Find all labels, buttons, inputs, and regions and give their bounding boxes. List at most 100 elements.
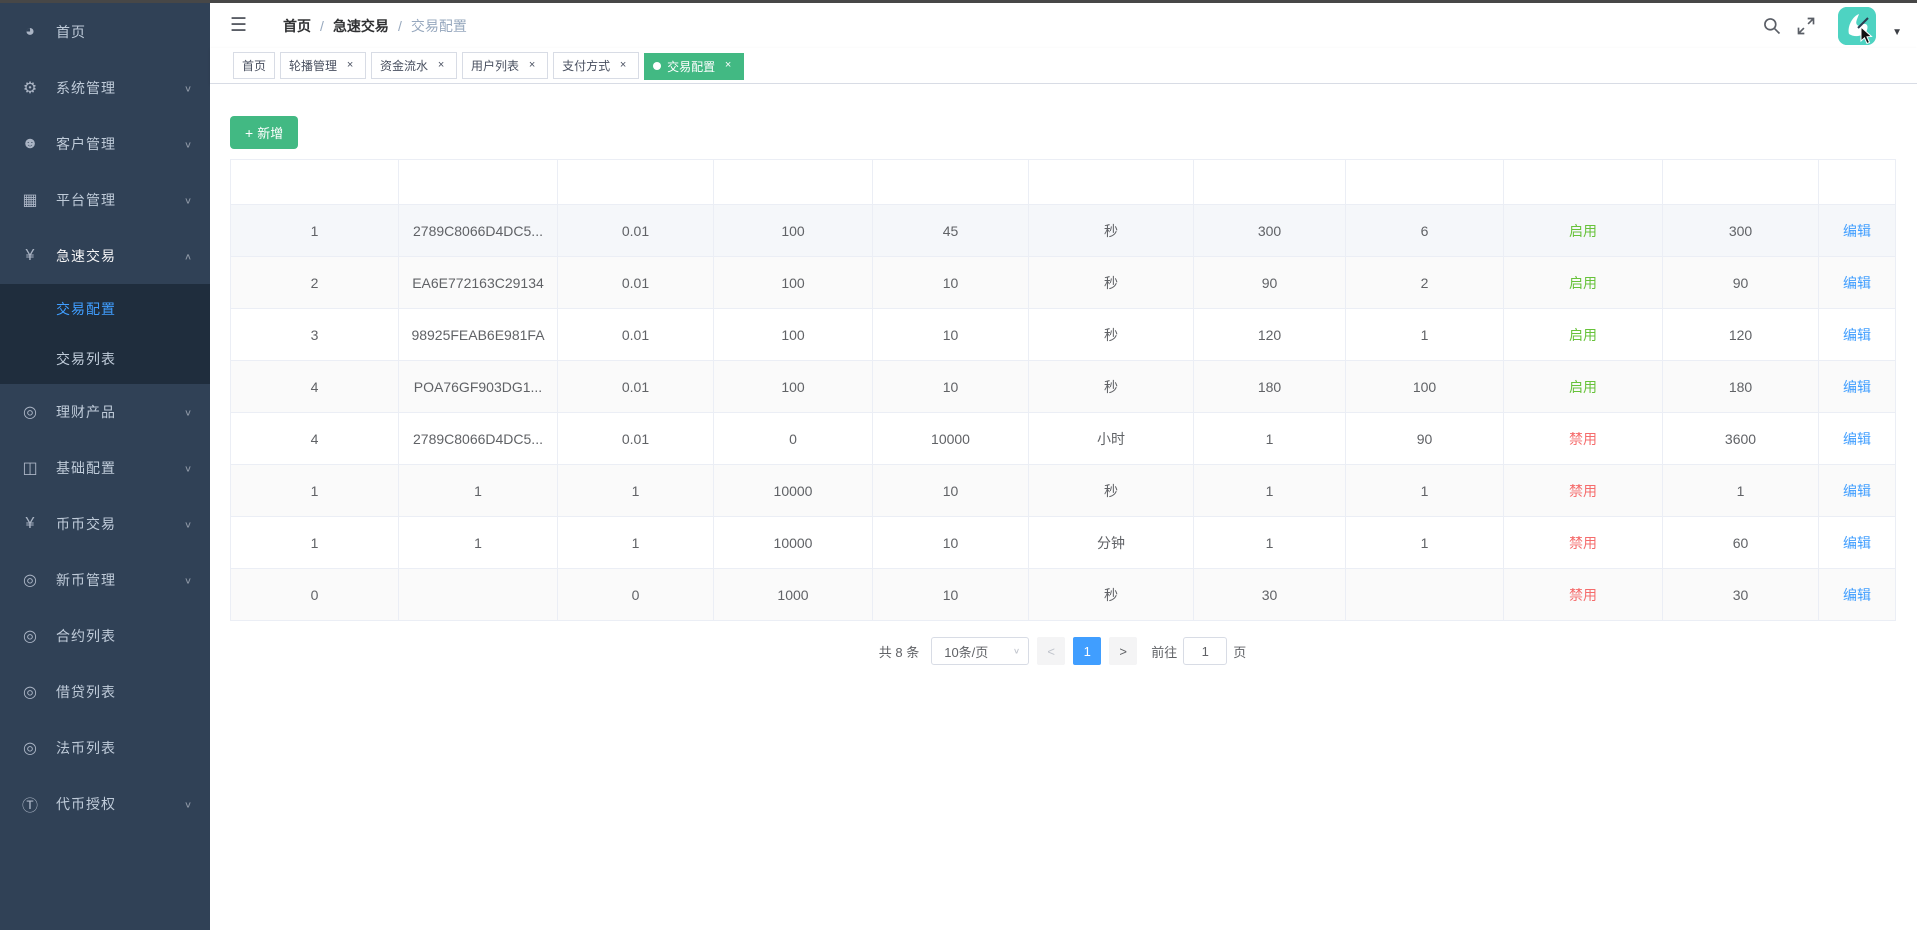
tab-trade-config[interactable]: 交易配置 × xyxy=(644,52,745,80)
edit-link[interactable]: 编辑 xyxy=(1843,431,1871,447)
cell-seq: 1 xyxy=(230,204,399,257)
sidebar-item-finance-product[interactable]: ◎ 理财产品 ∨ xyxy=(0,384,210,440)
hamburger-icon[interactable]: ☰ xyxy=(230,16,247,35)
edit-link[interactable]: 编辑 xyxy=(1843,327,1871,343)
tab-close-icon[interactable]: × xyxy=(343,59,357,73)
column-header xyxy=(1818,159,1896,205)
tab-label: 用户列表 xyxy=(471,59,520,73)
open-tabs-bar: 首页 轮播管理 × 资金流水 × 用户列表 × 支付方式 × 交易配置 × xyxy=(210,48,1917,84)
sidebar-item-icon: ◕ xyxy=(25,23,35,40)
edit-link[interactable]: 编辑 xyxy=(1843,483,1871,499)
cell-time-unit: 秒 xyxy=(1028,308,1194,361)
cell-time-unit: 秒 xyxy=(1028,256,1194,309)
tab-home[interactable]: 首页 xyxy=(233,52,276,79)
tab-close-icon[interactable]: × xyxy=(434,59,448,73)
tab-close-icon[interactable]: × xyxy=(721,59,735,73)
sidebar-item-coin-trade[interactable]: ¥ 币币交易 ∨ xyxy=(0,496,210,552)
sidebar-item-label: 新币管理 xyxy=(56,572,116,588)
table-row: 2 EA6E772163C29134 0.01 100 10 秒 90 2 启用… xyxy=(230,256,1896,309)
chevron-icon: ∨ xyxy=(183,407,192,418)
column-header xyxy=(230,159,399,205)
edit-link[interactable]: 编辑 xyxy=(1843,379,1871,395)
status-badge: 禁用 xyxy=(1569,430,1597,447)
fullscreen-icon[interactable] xyxy=(1796,16,1816,36)
sidebar-item-label: 理财产品 xyxy=(56,404,116,420)
dropdown-caret-icon[interactable]: ▼ xyxy=(1892,27,1902,38)
breadcrumb-item-trade-config[interactable]: / 交易配置 xyxy=(389,16,467,36)
cell-time: 90 xyxy=(1193,256,1346,309)
goto-unit: 页 xyxy=(1233,644,1247,660)
sidebar-item-basic-config[interactable]: ◫ 基础配置 ∨ xyxy=(0,440,210,496)
cell-fee: 1 xyxy=(557,516,714,569)
sidebar-item-fiat-list[interactable]: ◎ 法币列表 xyxy=(0,720,210,776)
cell-status: 禁用 xyxy=(1503,568,1663,621)
tab-payment-method[interactable]: 支付方式 × xyxy=(553,52,640,79)
avatar[interactable] xyxy=(1838,6,1877,45)
add-button[interactable]: + 新增 xyxy=(230,116,299,149)
cell-min-buy: 45 xyxy=(872,204,1029,257)
sidebar-item-trade-list[interactable]: 交易列表 xyxy=(0,334,210,384)
cell-time-unit: 秒 xyxy=(1028,204,1194,257)
sidebar-item-trade-config[interactable]: 交易配置 xyxy=(0,284,210,334)
cell-unit-sec: 30 xyxy=(1662,568,1819,621)
breadcrumb-item-home[interactable]: 首页 xyxy=(265,16,311,36)
cell-time-unit: 分钟 xyxy=(1028,516,1194,569)
status-badge: 启用 xyxy=(1569,222,1597,239)
tab-banner-mgmt[interactable]: 轮播管理 × xyxy=(280,52,367,79)
tab-fund-flow[interactable]: 资金流水 × xyxy=(371,52,458,79)
tab-user-list[interactable]: 用户列表 × xyxy=(462,52,549,79)
sidebar-item-icon: Ⓣ xyxy=(21,798,38,815)
table-row: 3 98925FEAB6E981FA 0.01 100 10 秒 120 1 启… xyxy=(230,308,1896,361)
breadcrumb-label[interactable]: 急速交易 xyxy=(333,16,389,36)
edit-link[interactable]: 编辑 xyxy=(1843,223,1871,239)
breadcrumb: 首页 / 急速交易 / 交易配置 xyxy=(265,16,467,36)
sidebar-item-loan-list[interactable]: ◎ 借贷列表 xyxy=(0,664,210,720)
cell-time: 30 xyxy=(1193,568,1346,621)
cell-profit: 6 xyxy=(1345,204,1504,257)
next-page-button[interactable]: > xyxy=(1109,637,1138,665)
table-row: 1 2789C8066D4DC5... 0.01 100 45 秒 300 6 … xyxy=(230,204,1896,257)
chevron-down-icon: ∨ xyxy=(1012,646,1021,656)
cell-unit-sec: 3600 xyxy=(1662,412,1819,465)
sidebar-item-new-coin-mgmt[interactable]: ◎ 新币管理 ∨ xyxy=(0,552,210,608)
cell-max-buy: 100 xyxy=(713,256,873,309)
cell-seq: 4 xyxy=(230,412,399,465)
sidebar-item-customer-mgmt[interactable]: ☻ 客户管理 ∨ xyxy=(0,116,210,172)
tab-label: 首页 xyxy=(242,59,267,73)
tab-close-icon[interactable]: × xyxy=(616,59,630,73)
sidebar-item-fast-trade[interactable]: ¥ 急速交易 ∧ xyxy=(0,228,210,284)
page-size-select[interactable]: 10条/页 ∨ xyxy=(931,637,1030,665)
search-icon[interactable] xyxy=(1762,16,1782,36)
sidebar-item-system-mgmt[interactable]: ⚙ 系统管理 ∨ xyxy=(0,60,210,116)
edit-link[interactable]: 编辑 xyxy=(1843,535,1871,551)
cell-max-buy: 100 xyxy=(713,308,873,361)
edit-link[interactable]: 编辑 xyxy=(1843,587,1871,603)
sidebar-item-home[interactable]: ◕ 首页 xyxy=(0,4,210,60)
cell-fee: 0.01 xyxy=(557,360,714,413)
edit-link[interactable]: 编辑 xyxy=(1843,275,1871,291)
cell-action: 编辑 xyxy=(1818,256,1896,309)
cell-unit-sec: 300 xyxy=(1662,204,1819,257)
cell-id: POA76GF903DG1... xyxy=(398,360,558,413)
cell-unit-sec: 1 xyxy=(1662,464,1819,517)
prev-page-button[interactable]: < xyxy=(1037,637,1066,665)
status-badge: 禁用 xyxy=(1569,586,1597,603)
sidebar-item-token-auth[interactable]: Ⓣ 代币授权 ∨ xyxy=(0,776,210,832)
sidebar-item-contract-list[interactable]: ◎ 合约列表 xyxy=(0,608,210,664)
sidebar-item-label: 法币列表 xyxy=(56,740,116,756)
goto-page-input[interactable] xyxy=(1183,637,1228,665)
sidebar-item-icon: ¥ xyxy=(25,247,35,264)
chevron-icon: ∨ xyxy=(183,463,192,474)
chevron-icon: ∧ xyxy=(183,251,192,262)
breadcrumb-label[interactable]: 交易配置 xyxy=(411,16,467,36)
cell-time: 120 xyxy=(1193,308,1346,361)
cell-action: 编辑 xyxy=(1818,204,1896,257)
breadcrumb-item-fast-trade[interactable]: / 急速交易 xyxy=(311,16,389,36)
cell-unit-sec: 60 xyxy=(1662,516,1819,569)
tab-close-icon[interactable]: × xyxy=(525,59,539,73)
cell-profit: 100 xyxy=(1345,360,1504,413)
page-number-button[interactable]: 1 xyxy=(1073,637,1102,665)
sidebar-item-platform-mgmt[interactable]: ▦ 平台管理 ∨ xyxy=(0,172,210,228)
chevron-icon: ∨ xyxy=(183,195,192,206)
breadcrumb-label[interactable]: 首页 xyxy=(283,16,311,36)
